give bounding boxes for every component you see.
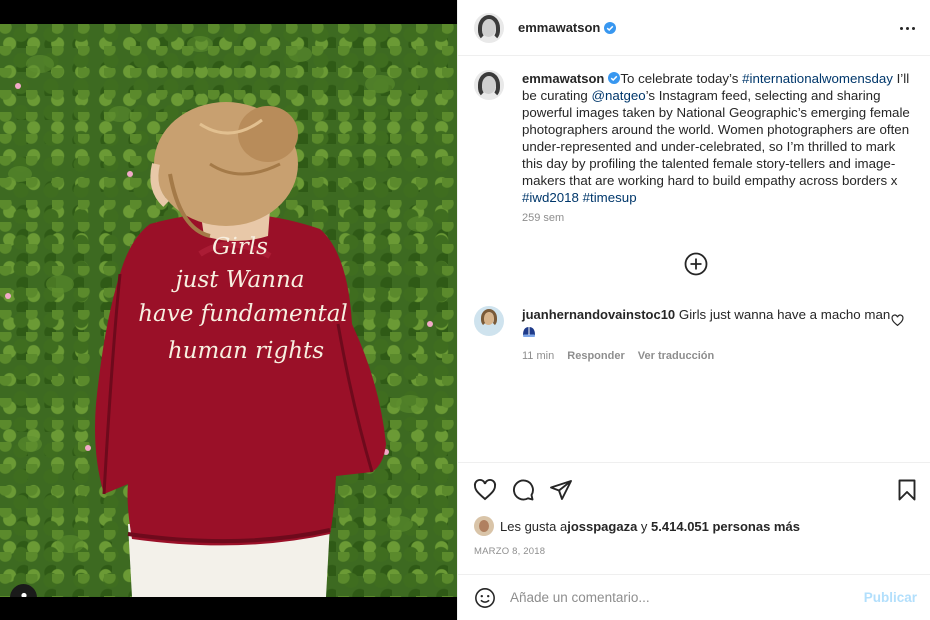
caption-text-3: ’s Instagram feed, selecting and sharing… xyxy=(522,88,910,188)
commenter-avatar[interactable] xyxy=(474,306,504,336)
post-side-panel: emmawatson emmawatson To celebrate today’… xyxy=(457,0,930,620)
likes-prefix: Les gusta a xyxy=(500,518,568,534)
comment-actions: 11 min Responder Ver traducción xyxy=(522,350,902,362)
comment-age[interactable]: 11 min xyxy=(522,350,554,362)
comment-input[interactable] xyxy=(510,590,850,605)
post-media-panel: Girls just Wanna have fundamental human … xyxy=(0,0,457,620)
comment-composer: Publicar xyxy=(458,574,930,620)
heart-icon xyxy=(474,478,496,501)
hashtag-link[interactable]: #timesup xyxy=(583,190,637,205)
liker-username[interactable]: josspagaza xyxy=(567,519,637,534)
instagram-post-modal: Girls just Wanna have fundamental human … xyxy=(0,0,930,620)
person-icon xyxy=(20,592,27,597)
emoji-picker-icon[interactable] xyxy=(474,587,496,609)
header-username[interactable]: emmawatson xyxy=(518,20,600,35)
jacket-text-line-4: human rights xyxy=(168,338,324,364)
post-date[interactable]: MARZO 8, 2018 xyxy=(474,546,545,557)
photo-illustration: Girls just Wanna have fundamental human … xyxy=(5,36,433,597)
share-button[interactable] xyxy=(548,477,574,503)
like-button[interactable] xyxy=(472,477,498,503)
caption-username[interactable]: emmawatson xyxy=(522,71,604,86)
comment-username[interactable]: juanhernandovainstoc10 xyxy=(522,307,675,322)
liker-avatar[interactable] xyxy=(474,516,494,536)
jacket-text-line-2: just Wanna xyxy=(171,267,305,293)
hashtag-link[interactable]: #internationalwomensday xyxy=(742,71,893,86)
post-action-bar xyxy=(458,462,930,514)
comment-bubble-icon xyxy=(513,479,534,501)
bookmark-icon xyxy=(898,479,916,501)
helmet-emoji-icon xyxy=(523,327,535,337)
likes-middle: y xyxy=(637,518,652,534)
comment-button[interactable] xyxy=(510,477,536,503)
post-photo[interactable]: Girls just Wanna have fundamental human … xyxy=(0,24,457,597)
paper-plane-icon xyxy=(550,480,572,500)
translate-button[interactable]: Ver traducción xyxy=(638,350,714,362)
jacket-text-line-3: have fundamental xyxy=(138,301,348,327)
likes-count[interactable]: 5.414.051 personas más xyxy=(651,519,800,534)
caption-avatar[interactable] xyxy=(474,70,504,100)
post-comment-button[interactable]: Publicar xyxy=(864,590,917,605)
mention-link[interactable]: @natgeo xyxy=(591,88,645,103)
post-caption: emmawatson To celebrate today’s #internat… xyxy=(474,70,914,224)
jacket-text-line-1: Girls xyxy=(212,234,268,260)
likes-summary: Les gusta a josspagaza y 5.414.051 perso… xyxy=(474,516,800,536)
load-more-comments-icon[interactable] xyxy=(684,252,708,276)
more-options-icon[interactable] xyxy=(897,18,917,38)
comment-item: juanhernandovainstoc10 Girls just wanna … xyxy=(474,306,914,362)
like-comment-heart-icon[interactable] xyxy=(891,314,904,327)
hashtag-link[interactable]: #iwd2018 xyxy=(522,190,579,205)
post-header: emmawatson xyxy=(458,0,930,56)
verified-badge-icon xyxy=(604,21,617,34)
comment-message: Girls just wanna have a macho man xyxy=(678,307,891,322)
profile-avatar[interactable] xyxy=(474,12,504,43)
save-button[interactable] xyxy=(894,477,920,503)
caption-text-1: To celebrate today’s xyxy=(620,71,743,86)
verified-badge-icon xyxy=(608,72,621,84)
caption-age[interactable]: 259 sem xyxy=(522,212,914,224)
reply-button[interactable]: Responder xyxy=(567,350,624,362)
comment-text: juanhernandovainstoc10 Girls just wanna … xyxy=(522,306,902,340)
caption-text: emmawatson To celebrate today’s #internat… xyxy=(522,70,914,206)
